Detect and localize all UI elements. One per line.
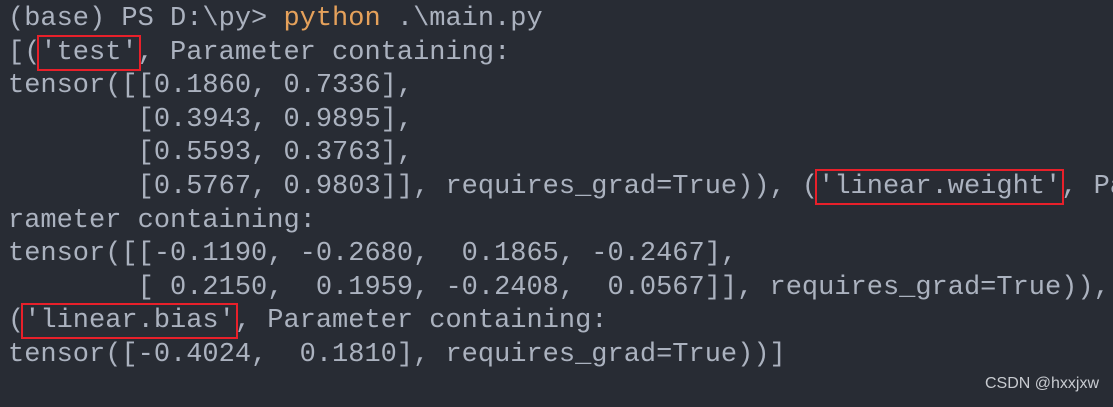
highlight-box-linear-bias: 'linear.bias' — [21, 303, 238, 340]
prompt-line: (base) PS D:\py> python .\main.py — [8, 3, 1113, 37]
highlight-box-test: 'test' — [37, 34, 141, 71]
output-text: , Pa — [1061, 171, 1113, 202]
output-line: [0.5767, 0.9803]], requires_grad=True)),… — [8, 168, 1113, 205]
watermark: CSDN @hxxjxw — [984, 375, 1099, 392]
output-line: ('linear.bias', Parameter containing: — [8, 303, 1113, 340]
output-line: rameter containing: — [8, 205, 316, 236]
command-args: .\main.py — [380, 4, 543, 34]
command: python — [283, 4, 381, 34]
output-text: , Parameter containing: — [234, 306, 608, 337]
output-line: [0.5593, 0.3763], — [8, 138, 414, 169]
output-text: [0.5767, 0.9803]], requires_grad=True)),… — [8, 171, 819, 202]
output-line: [('test', Parameter containing: — [8, 34, 1113, 71]
output-text: [( — [8, 37, 41, 68]
output-text: , Parameter containing: — [137, 37, 511, 68]
prompt: (base) PS D:\py> — [8, 4, 284, 34]
output-text: ( — [8, 306, 25, 337]
output-line: [0.3943, 0.9895], — [8, 104, 414, 135]
terminal-output: (base) PS D:\py> python .\main.py [('tes… — [0, 0, 1113, 373]
output-line: [ 0.2150, 0.1959, -0.2408, 0.0567]], req… — [8, 272, 1110, 303]
output-line: tensor([[-0.1190, -0.2680, 0.1865, -0.24… — [8, 239, 738, 270]
output-line: tensor([-0.4024, 0.1810], requires_grad=… — [8, 339, 786, 370]
output-line: tensor([[0.1860, 0.7336], — [8, 71, 414, 102]
highlight-box-linear-weight: 'linear.weight' — [815, 168, 1065, 205]
